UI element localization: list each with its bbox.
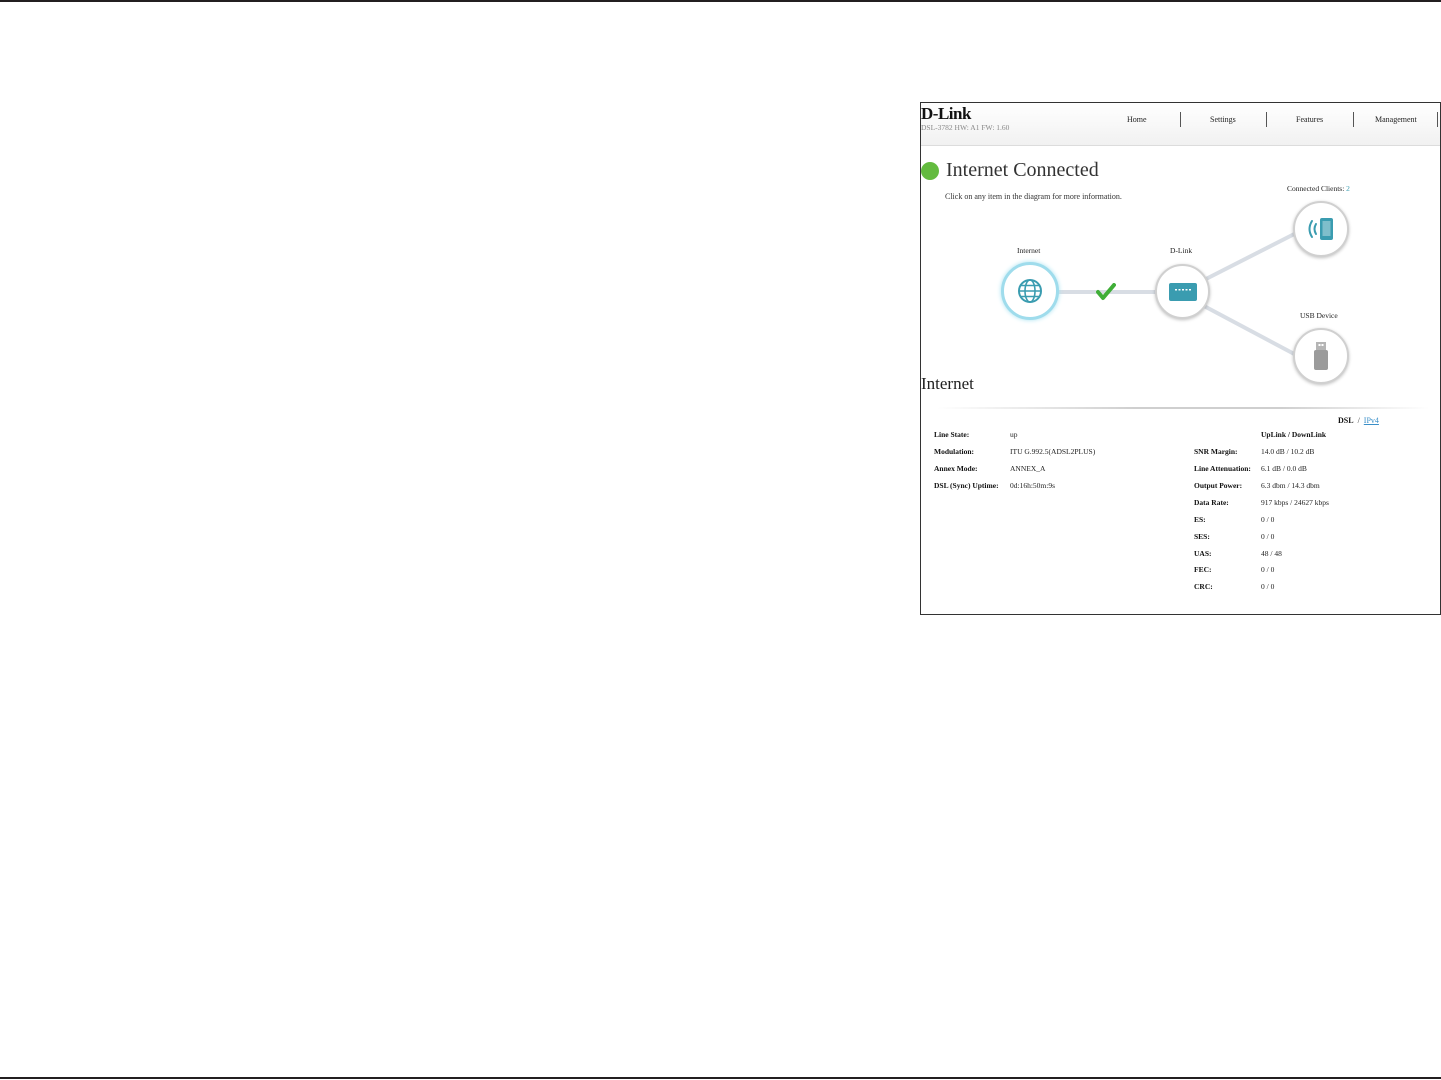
globe-icon: [1018, 279, 1042, 303]
nav-management[interactable]: Management: [1375, 115, 1417, 124]
fec-label: FEC:: [1194, 565, 1212, 574]
annex-mode-value: ANNEX_A: [1010, 464, 1046, 473]
data-rate-value: 917 kbps / 24627 kbps: [1261, 498, 1329, 507]
modulation-label: Modulation:: [934, 447, 975, 456]
wireless-device-icon: [1308, 218, 1333, 240]
top-header: D-Link DSL-3782 HW: A1 FW: 1.60 Home Set…: [921, 103, 1440, 146]
uas-label: UAS:: [1194, 549, 1212, 558]
dlink-logo: D-Link: [921, 104, 971, 123]
page-top-rule: [0, 0, 1441, 2]
crc-value: 0 / 0: [1261, 582, 1275, 591]
diagram-hint: Click on any item in the diagram for mor…: [945, 192, 1122, 201]
output-power-value: 6.3 dbm / 14.3 dbm: [1261, 481, 1320, 490]
router-usb-link: [1203, 304, 1303, 360]
modulation-value: ITU G.992.5(ADSL2PLUS): [1010, 447, 1096, 456]
router-node-label: D-Link: [1170, 246, 1193, 255]
annex-mode-label: Annex Mode:: [934, 464, 978, 473]
router-clients-link: [1203, 231, 1297, 282]
dsl-uptime-label: DSL (Sync) Uptime:: [934, 481, 999, 490]
crc-label: CRC:: [1194, 582, 1213, 591]
line-state-label: Line State:: [934, 430, 970, 439]
router-icon: [1168, 282, 1197, 301]
info-tabs: DSL / IPv4: [1338, 416, 1379, 425]
connected-clients-node[interactable]: [1293, 201, 1349, 257]
tab-ipv4[interactable]: IPv4: [1364, 416, 1379, 425]
nav-settings[interactable]: Settings: [1210, 115, 1236, 124]
status-indicator-dot: [921, 162, 939, 180]
fec-value: 0 / 0: [1261, 565, 1275, 574]
section-divider: [937, 407, 1429, 409]
model-info: DSL-3782 HW: A1 FW: 1.60: [921, 123, 1010, 132]
connection-status-title: Internet Connected: [946, 159, 1099, 181]
nav-divider: [1437, 112, 1438, 127]
snr-margin-label: SNR Margin:: [1194, 447, 1238, 456]
internet-node[interactable]: [1001, 262, 1059, 320]
tab-separator: /: [1357, 416, 1360, 425]
section-title: Internet: [921, 374, 974, 393]
data-rate-label: Data Rate:: [1194, 498, 1229, 507]
line-attenuation-value: 6.1 dB / 0.0 dB: [1261, 464, 1307, 473]
es-value: 0 / 0: [1261, 515, 1275, 524]
internet-node-label: Internet: [1017, 246, 1041, 255]
usb-device-label: USB Device: [1300, 311, 1338, 320]
connected-clients-count: 2: [1346, 184, 1350, 193]
dsl-uptime-value: 0d:16h:50m:9s: [1010, 481, 1056, 490]
ses-value: 0 / 0: [1261, 532, 1275, 541]
usb-device-node[interactable]: [1293, 328, 1349, 384]
nav-divider: [1266, 112, 1267, 127]
nav-features[interactable]: Features: [1296, 115, 1323, 124]
uas-value: 48 / 48: [1261, 549, 1282, 558]
snr-margin-value: 14.0 dB / 10.2 dB: [1261, 447, 1315, 456]
uplink-downlink-header: UpLink / DownLink: [1261, 430, 1327, 439]
ses-label: SES:: [1194, 532, 1210, 541]
tab-dsl[interactable]: DSL: [1338, 416, 1354, 425]
output-power-label: Output Power:: [1194, 481, 1243, 490]
usb-drive-icon: [1314, 342, 1328, 370]
page-bottom-rule: [0, 1077, 1441, 1079]
line-attenuation-label: Line Attenuation:: [1194, 464, 1251, 473]
router-node[interactable]: [1155, 264, 1210, 319]
nav-divider: [1180, 112, 1181, 127]
nav-home[interactable]: Home: [1127, 115, 1147, 124]
line-state-value: up: [1010, 430, 1018, 439]
connected-clients-label: Connected Clients: 2: [1287, 184, 1350, 193]
es-label: ES:: [1194, 515, 1206, 524]
router-web-ui-screenshot: D-Link DSL-3782 HW: A1 FW: 1.60 Home Set…: [920, 102, 1441, 615]
nav-divider: [1353, 112, 1354, 127]
checkmark-icon: [1096, 283, 1116, 300]
